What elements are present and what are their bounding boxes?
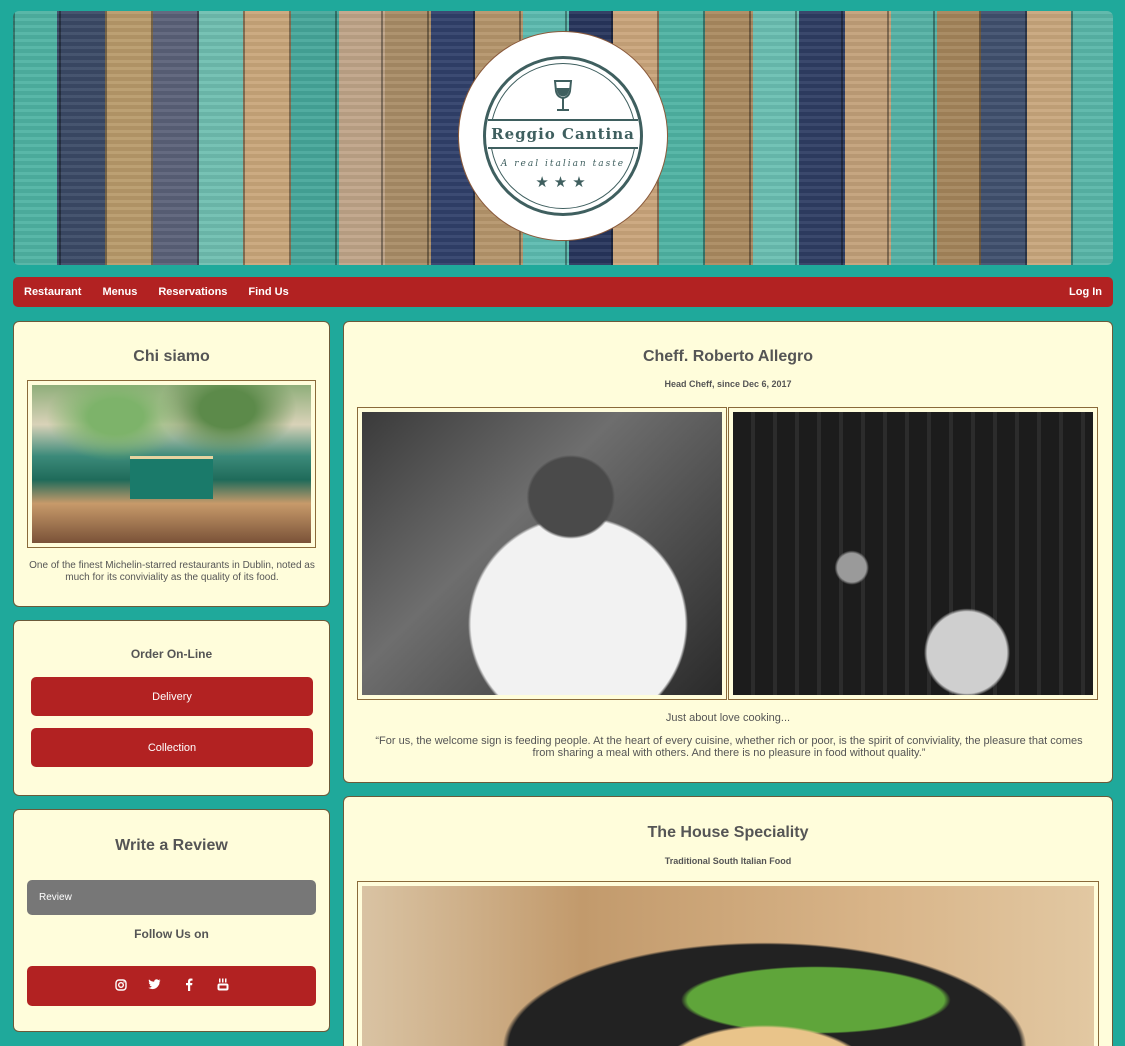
- wine-glass-icon: [553, 80, 573, 111]
- chef-quote: “For us, the welcome sign is feeding peo…: [375, 735, 1083, 759]
- kitchen-image: [733, 412, 1093, 695]
- collection-button[interactable]: Collection: [31, 728, 313, 767]
- nav-item-reservations[interactable]: Reservations: [158, 286, 227, 298]
- twitter-icon[interactable]: [148, 979, 162, 993]
- nav-item-restaurant[interactable]: Restaurant: [24, 286, 81, 298]
- house-dish-frame: [357, 881, 1099, 1046]
- house-subtitle: Traditional South Italian Food: [664, 856, 792, 866]
- kitchen-photo-frame: [728, 407, 1098, 700]
- nav-item-find-us[interactable]: Find Us: [248, 286, 288, 298]
- header-banner: Reggio Cantina A real italian taste ★★★: [13, 11, 1113, 265]
- review-card: Write a Review Review Follow Us on: [13, 809, 330, 1032]
- logo-emblem: Reggio Cantina A real italian taste ★★★: [483, 56, 643, 216]
- chef-portrait-image: [362, 412, 722, 695]
- chef-title: Cheff. Roberto Allegro: [642, 348, 814, 365]
- restaurant-interior-image: [32, 385, 311, 543]
- logo-stars: ★★★: [535, 174, 591, 191]
- about-description: One of the finest Michelin-starred resta…: [29, 560, 315, 583]
- facebook-icon[interactable]: [182, 978, 196, 994]
- review-button[interactable]: Review: [27, 880, 316, 915]
- about-title: Chi siamo: [133, 348, 210, 365]
- chef-card: Cheff. Roberto Allegro Head Cheff, since…: [343, 321, 1113, 783]
- chef-subtitle: Head Cheff, since Dec 6, 2017: [664, 379, 792, 389]
- logo-name: Reggio Cantina: [488, 119, 638, 149]
- chef-portrait-frame: [357, 407, 727, 700]
- instagram-icon[interactable]: [114, 978, 128, 994]
- dish-image: [362, 886, 1094, 1046]
- youtube-icon[interactable]: [216, 978, 230, 994]
- about-card: Chi siamo One of the finest Michelin-sta…: [13, 321, 330, 607]
- order-card: Order On-Line Delivery Collection: [13, 620, 330, 796]
- house-title: The House Speciality: [647, 824, 809, 841]
- delivery-button[interactable]: Delivery: [31, 677, 313, 716]
- follow-us-title: Follow Us on: [134, 927, 209, 941]
- social-links-bar: [27, 966, 316, 1006]
- review-title: Write a Review: [115, 837, 228, 854]
- login-link[interactable]: Log In: [1069, 286, 1102, 298]
- nav-item-menus[interactable]: Menus: [102, 286, 137, 298]
- restaurant-photo-frame: [27, 380, 316, 548]
- chef-caption: Just about love cooking...: [665, 712, 791, 724]
- order-title: Order On-Line: [130, 647, 213, 661]
- house-speciality-card: The House Speciality Traditional South I…: [343, 796, 1113, 1046]
- logo-tagline: A real italian taste: [500, 159, 626, 169]
- logo[interactable]: Reggio Cantina A real italian taste ★★★: [458, 31, 668, 241]
- main-nav: Restaurant Menus Reservations Find Us Lo…: [13, 277, 1113, 307]
